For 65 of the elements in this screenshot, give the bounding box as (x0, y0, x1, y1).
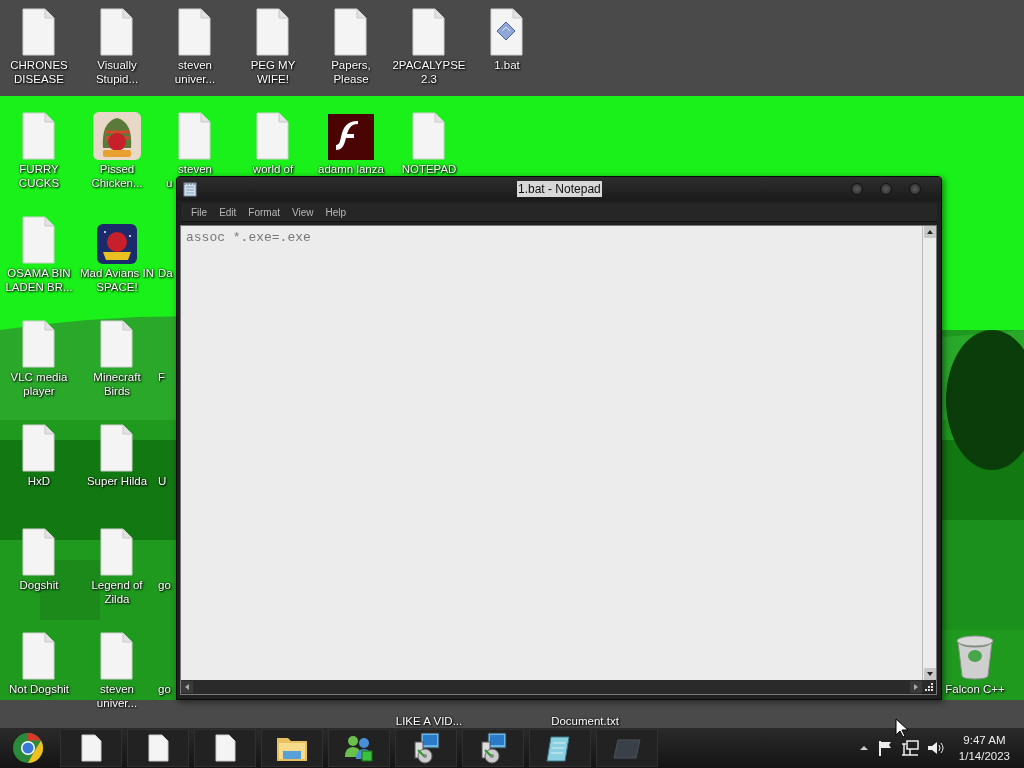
resize-grip-icon (922, 680, 934, 692)
menu-item[interactable]: Format (242, 206, 287, 218)
taskbar-button[interactable] (127, 729, 189, 767)
icon-label[interactable]: LIKE A VID... (395, 714, 463, 728)
menu-item[interactable]: File (185, 206, 214, 218)
taskbar-button[interactable] (462, 729, 524, 767)
flag-icon[interactable] (876, 740, 893, 756)
icon-label[interactable]: Minecraft Birds (79, 370, 155, 398)
menu-item[interactable]: View (286, 206, 320, 218)
icon-label[interactable]: steven univer... (157, 58, 233, 86)
icon-label[interactable]: go (156, 682, 171, 696)
taskbar-button[interactable] (529, 729, 591, 767)
icon-label[interactable]: Visually Stupid... (79, 58, 155, 86)
people-icon (342, 733, 376, 763)
clock-date[interactable]: 1/14/2023 (958, 748, 1010, 764)
icon-label[interactable]: VLC media player (1, 370, 77, 398)
taskbar-button[interactable] (194, 729, 256, 767)
icon-label[interactable]: Papers, Please (313, 58, 389, 86)
icon-label[interactable]: 1.bat (494, 58, 520, 72)
game-icon (97, 224, 137, 264)
window-title: 1.bat - Notepad (517, 181, 602, 197)
taskbar-button[interactable] (261, 729, 323, 767)
icon-label[interactable]: go (156, 578, 171, 592)
show-hidden-icons-icon[interactable] (858, 743, 869, 753)
volume-icon[interactable] (926, 740, 945, 756)
icon-label[interactable]: CHRONES DISEASE (1, 58, 77, 86)
menu-item[interactable]: Help (319, 206, 353, 218)
scroll-down-icon (923, 668, 936, 680)
clock-time[interactable]: 9:47 AM (963, 732, 1006, 748)
flash-icon (328, 114, 374, 160)
file-icon (79, 734, 103, 762)
mouse-cursor-icon (895, 718, 909, 738)
scroll-up-icon (923, 226, 936, 238)
minimize-button[interactable] (851, 183, 863, 195)
horizontal-scrollbar[interactable] (181, 680, 922, 694)
taskbar-button[interactable] (60, 729, 122, 767)
icon-label[interactable]: HxD (1, 474, 77, 488)
icon-label[interactable]: Super Hilda (79, 474, 155, 488)
game-icon (93, 112, 141, 160)
start-orb-icon (12, 732, 44, 764)
maximize-button[interactable] (880, 183, 892, 195)
icon-label[interactable]: Falcon C++ (945, 682, 1005, 696)
network-icon[interactable] (900, 740, 919, 756)
scroll-right-icon (910, 681, 922, 693)
icon-label[interactable]: U (156, 474, 167, 488)
icon-label[interactable]: Document.txt (551, 714, 619, 728)
icon-label[interactable]: 2PACALYPSE 2.3 (391, 58, 467, 86)
icon-label[interactable]: Dogshit (1, 578, 77, 592)
icon-label[interactable]: F (156, 370, 166, 384)
scroll-left-icon (181, 681, 193, 693)
file-icon (146, 734, 170, 762)
menu-item[interactable]: Edit (213, 206, 243, 218)
file-icon (213, 734, 237, 762)
icon-label[interactable]: PEG MY WIFE! (235, 58, 311, 86)
icon-label[interactable]: Legend of Zilda (79, 578, 155, 606)
icon-label[interactable]: Not Dogshit (1, 682, 77, 696)
taskbar-button[interactable] (395, 729, 457, 767)
close-button[interactable] (909, 183, 921, 195)
text-editor[interactable]: assoc *.exe=.exe (181, 226, 922, 680)
window-icon (612, 736, 642, 760)
taskbar-button[interactable] (328, 729, 390, 767)
notepad-icon (183, 181, 197, 197)
icon-label[interactable]: steven univer... (79, 682, 155, 710)
trash-icon (955, 634, 995, 680)
vertical-scrollbar[interactable] (922, 226, 936, 680)
